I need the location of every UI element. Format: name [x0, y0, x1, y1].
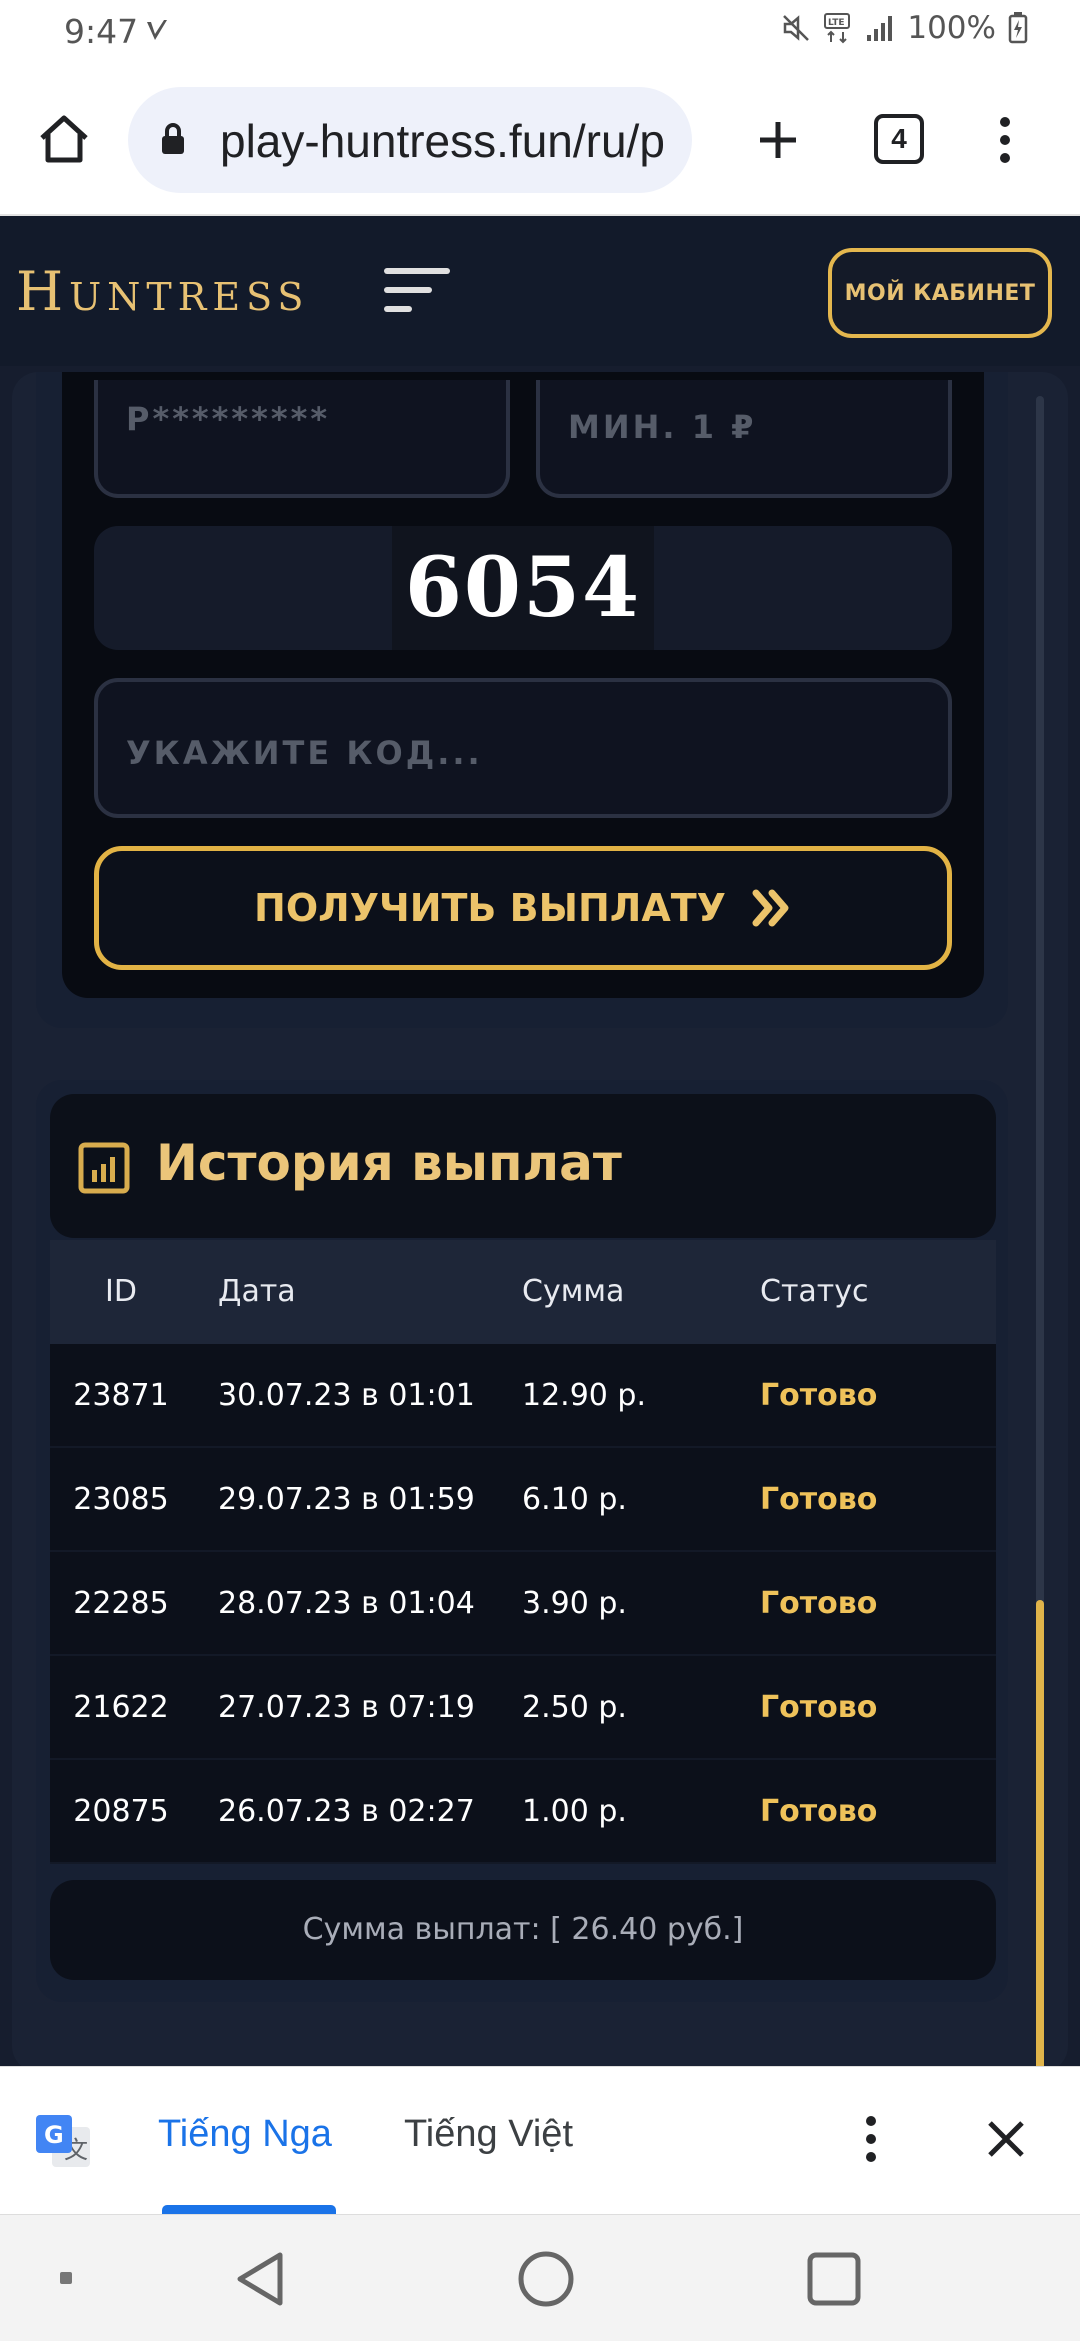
table-row: 23085 29.07.23 в 01:59 6.10 р. Готово: [50, 1448, 996, 1552]
cell-date: 28.07.23 в 01:04: [218, 1586, 475, 1621]
cell-sum: 12.90 р.: [522, 1378, 646, 1413]
home-icon[interactable]: [34, 110, 94, 170]
status-bar: 9:47 LTE 100%: [0, 0, 1080, 66]
amount-input[interactable]: МИН. 1 ₽: [536, 380, 952, 498]
home-circle-icon[interactable]: [516, 2249, 576, 2309]
column-header-id: ID: [105, 1274, 137, 1309]
table-header-row: ID Дата Сумма Статус: [50, 1240, 996, 1344]
url-bar[interactable]: play-huntress.fun/ru/p: [128, 87, 692, 193]
captcha-box: 6054: [94, 526, 952, 650]
lock-icon: [160, 122, 186, 156]
mute-icon: [781, 13, 811, 43]
cell-sum: 3.90 р.: [522, 1586, 627, 1621]
site-logo[interactable]: Huntress: [16, 260, 309, 323]
svg-text:LTE: LTE: [828, 18, 845, 28]
browser-toolbar: play-huntress.fun/ru/p 4: [0, 66, 1080, 216]
cell-id: 21622: [73, 1690, 169, 1725]
cell-status: Готово: [760, 1690, 878, 1725]
cell-id: 22285: [73, 1586, 169, 1621]
battery-percent: 100%: [907, 10, 996, 46]
status-time: 9:47: [64, 12, 139, 51]
translate-bar: 文 G Tiếng Nga Tiếng Việt: [0, 2066, 1080, 2215]
hamburger-menu-icon[interactable]: [384, 266, 452, 316]
table-row: 21622 27.07.23 в 07:19 2.50 р. Готово: [50, 1656, 996, 1760]
cell-sum: 2.50 р.: [522, 1690, 627, 1725]
payout-total: Сумма выплат: [ 26.40 руб.]: [302, 1912, 744, 1947]
cell-status: Готово: [760, 1794, 878, 1829]
captcha-code-input[interactable]: УКАЖИТЕ КОД...: [94, 678, 952, 818]
payout-history-table: ID Дата Сумма Статус 23871 30.07.23 в 01…: [50, 1240, 996, 1864]
captcha-image: 6054: [392, 526, 654, 650]
translate-menu-icon[interactable]: [856, 2111, 886, 2167]
url-text: play-huntress.fun/ru/p: [220, 115, 665, 167]
cell-status: Готово: [760, 1378, 878, 1413]
site-header: Huntress МОЙ КАБИНЕТ: [0, 216, 1080, 366]
payout-total-box: Сумма выплат: [ 26.40 руб.]: [50, 1880, 996, 1980]
new-tab-icon[interactable]: [748, 110, 808, 170]
cell-id: 20875: [73, 1794, 169, 1829]
system-nav-bar: [0, 2214, 1080, 2341]
cell-status: Готово: [760, 1482, 878, 1517]
close-icon[interactable]: [982, 2115, 1030, 2163]
get-payout-button[interactable]: ПОЛУЧИТЬ ВЫПЛАТУ: [94, 846, 952, 970]
amount-placeholder: МИН. 1 ₽: [568, 408, 757, 446]
cell-date: 26.07.23 в 02:27: [218, 1794, 475, 1829]
cell-date: 27.07.23 в 07:19: [218, 1690, 475, 1725]
cell-date: 29.07.23 в 01:59: [218, 1482, 475, 1517]
cell-date: 30.07.23 в 01:01: [218, 1378, 475, 1413]
wallet-placeholder: P*********: [126, 400, 331, 438]
notification-check-icon: [145, 18, 169, 42]
column-header-sum: Сумма: [522, 1274, 625, 1309]
svg-text:G: G: [44, 2121, 64, 2149]
code-placeholder: УКАЖИТЕ КОД...: [126, 734, 483, 772]
cell-sum: 6.10 р.: [522, 1482, 627, 1517]
cell-sum: 1.00 р.: [522, 1794, 627, 1829]
lte-icon: LTE: [823, 12, 853, 44]
double-chevron-right-icon: [752, 889, 792, 927]
cell-status: Готово: [760, 1586, 878, 1621]
signal-icon: [865, 13, 895, 43]
back-icon[interactable]: [232, 2249, 288, 2309]
bar-chart-icon: [78, 1142, 130, 1194]
table-row: 20875 26.07.23 в 02:27 1.00 р. Готово: [50, 1760, 996, 1864]
source-language-tab[interactable]: Tiếng Nga: [158, 2113, 332, 2156]
column-header-date: Дата: [218, 1274, 296, 1309]
cell-id: 23085: [73, 1482, 169, 1517]
recent-apps-icon[interactable]: [806, 2251, 862, 2307]
captcha-code: 6054: [404, 540, 642, 636]
history-title: История выплат: [156, 1134, 622, 1192]
my-cabinet-button[interactable]: МОЙ КАБИНЕТ: [828, 248, 1052, 338]
google-translate-icon[interactable]: 文 G: [34, 2113, 94, 2173]
wallet-input[interactable]: P*********: [94, 380, 510, 498]
cell-id: 23871: [73, 1378, 169, 1413]
tab-switcher-button[interactable]: 4: [874, 114, 924, 164]
battery-charging-icon: [1008, 12, 1028, 44]
payout-history-header: История выплат: [50, 1094, 996, 1238]
target-language-tab[interactable]: Tiếng Việt: [404, 2113, 573, 2156]
column-header-status: Статус: [760, 1274, 869, 1309]
overflow-menu-icon[interactable]: [990, 110, 1020, 170]
nav-indicator-dot: [60, 2272, 72, 2284]
table-row: 23871 30.07.23 в 01:01 12.90 р. Готово: [50, 1344, 996, 1448]
scrollbar-thumb[interactable]: [1036, 1600, 1044, 2076]
get-payout-label: ПОЛУЧИТЬ ВЫПЛАТУ: [254, 886, 726, 930]
table-row: 22285 28.07.23 в 01:04 3.90 р. Готово: [50, 1552, 996, 1656]
